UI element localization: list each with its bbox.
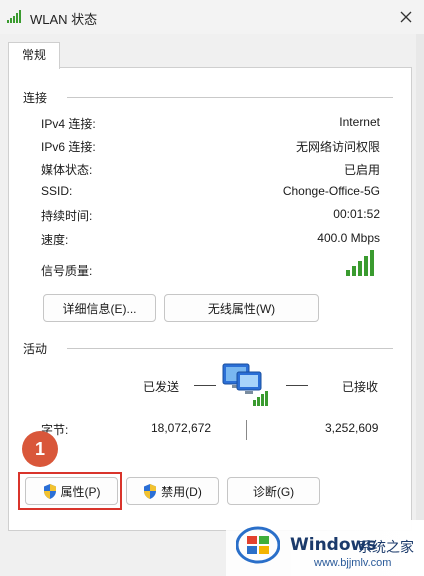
watermark-site-name: 系统之家 (358, 539, 414, 555)
ipv4-label: IPv4 连接: (41, 117, 96, 131)
details-button[interactable]: 详细信息(E)... (43, 294, 156, 322)
speed-label: 速度: (41, 233, 69, 247)
wireless-properties-button[interactable]: 无线属性(W) (164, 294, 319, 322)
ssid-value: Chonge-Office-5G (282, 184, 380, 198)
close-button[interactable] (392, 4, 420, 30)
signal-quality-label: 信号质量: (41, 264, 93, 278)
close-icon (400, 11, 412, 23)
speed-value: 400.0 Mbps (317, 231, 380, 245)
received-dash (286, 385, 308, 386)
bytes-separator (246, 420, 247, 440)
connection-divider (67, 97, 393, 98)
general-panel: 连接 IPv4 连接: Internet IPv6 连接: 无网络访问权限 媒体… (8, 67, 412, 531)
disable-button[interactable]: 禁用(D) (126, 477, 219, 505)
media-state-label: 媒体状态: (41, 163, 93, 177)
sent-dash (194, 385, 216, 386)
background-edge (416, 34, 424, 524)
activity-group-label: 活动 (23, 340, 54, 357)
bytes-received-value: 3,252,609 (325, 421, 379, 435)
signal-strength-icon (346, 250, 374, 276)
bytes-sent-value: 18,072,672 (151, 421, 212, 435)
activity-divider (67, 348, 393, 349)
disable-button-label: 禁用(D) (161, 484, 202, 499)
received-label: 已接收 (342, 380, 379, 394)
ipv4-value: Internet (339, 115, 380, 129)
diagnose-button[interactable]: 诊断(G) (227, 477, 320, 505)
media-state-value: 已启用 (343, 163, 380, 177)
wifi-signal-icon (7, 10, 21, 23)
sent-label: 已发送 (143, 380, 180, 394)
title-bar: WLAN 状态 (0, 0, 424, 34)
ipv6-label: IPv6 连接: (41, 140, 96, 154)
ssid-label: SSID: (41, 184, 73, 198)
connection-group-label: 连接 (23, 89, 54, 106)
network-computers-icon (222, 363, 268, 406)
step-badge: 1 (22, 431, 58, 467)
windows-logo-icon (236, 526, 280, 564)
ipv6-value: 无网络访问权限 (295, 140, 380, 154)
uac-shield-icon (144, 483, 157, 499)
tab-general[interactable]: 常规 (8, 42, 60, 69)
duration-label: 持续时间: (41, 209, 93, 223)
duration-value: 00:01:52 (333, 207, 380, 221)
wlan-status-window: WLAN 状态 常规 连接 IPv4 连接: Internet IPv6 连接:… (0, 0, 424, 576)
watermark-url: www.bjjmlv.com (314, 557, 392, 569)
properties-highlight-box (18, 472, 122, 510)
window-title: WLAN 状态 (30, 12, 98, 27)
